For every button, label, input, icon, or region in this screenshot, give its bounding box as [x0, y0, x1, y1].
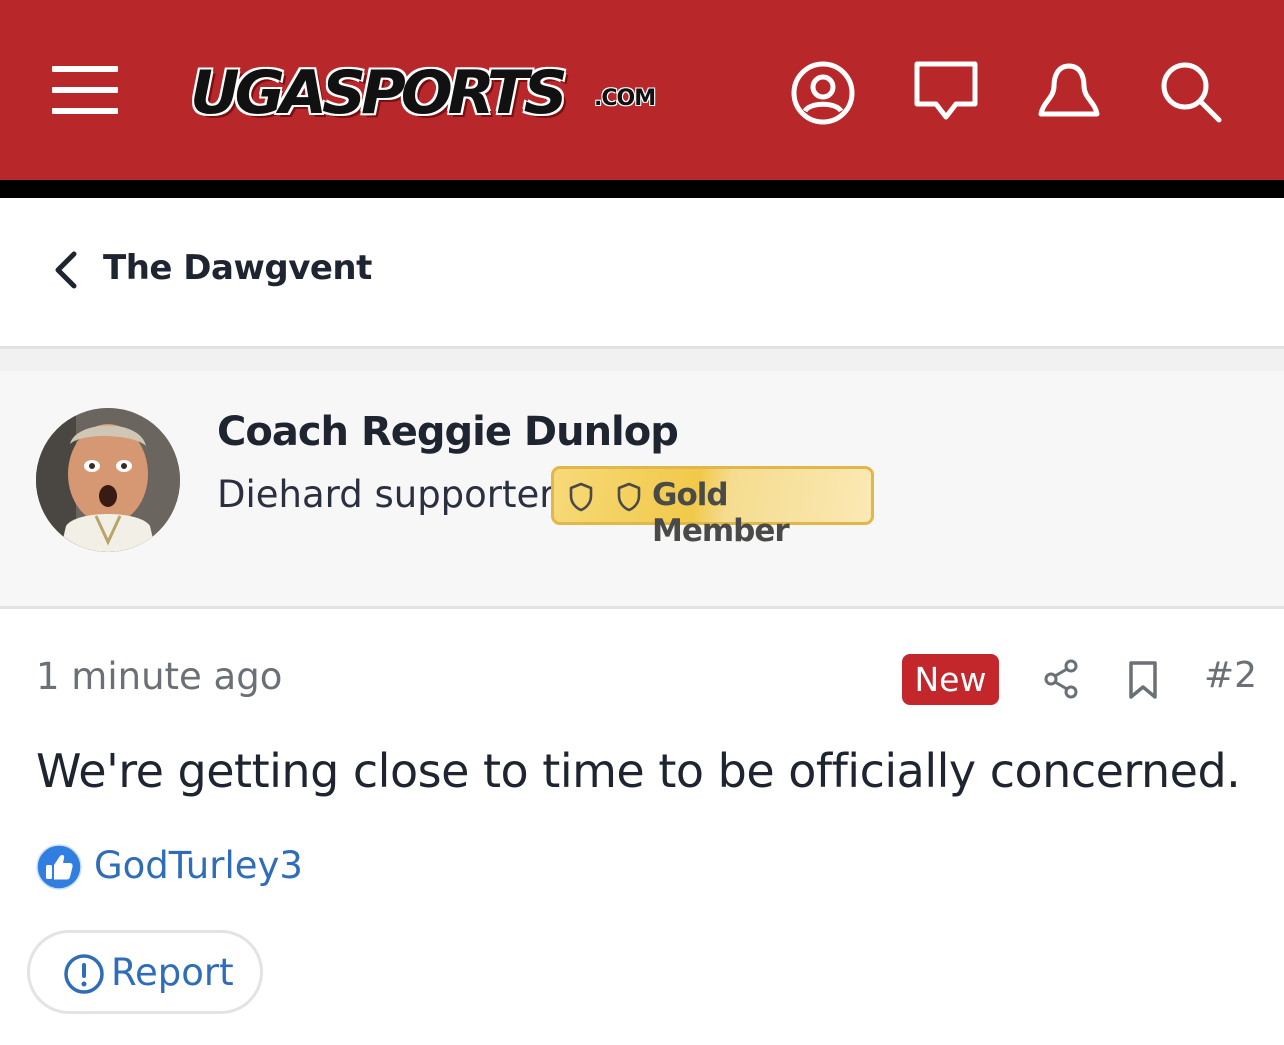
- chevron-left-icon[interactable]: [50, 248, 82, 292]
- report-label: Report: [111, 951, 234, 994]
- post-body-text: We're getting close to time to be offici…: [36, 744, 1241, 798]
- section-gap: [0, 349, 1284, 371]
- top-navigation-bar: UGASPORTS .COM: [0, 0, 1284, 180]
- notifications-icon[interactable]: [1034, 58, 1104, 128]
- reaction-user-link[interactable]: GodTurley3: [94, 844, 303, 887]
- site-logo[interactable]: UGASPORTS .COM: [190, 58, 690, 128]
- bookmark-icon[interactable]: [1126, 660, 1160, 700]
- avatar[interactable]: [36, 408, 180, 552]
- new-badge: New: [902, 654, 999, 705]
- exclamation-circle-icon: [64, 954, 104, 994]
- shield-icon: [569, 482, 593, 512]
- search-icon[interactable]: [1157, 58, 1227, 128]
- logo-main-text: UGASPORTS: [190, 58, 568, 128]
- header-divider: [0, 180, 1284, 198]
- forum-title-link[interactable]: The Dawgvent: [103, 248, 372, 288]
- logo-suffix-text: .COM: [594, 86, 656, 111]
- account-icon[interactable]: [788, 58, 858, 128]
- author-role: Diehard supporter: [217, 473, 555, 516]
- author-name[interactable]: Coach Reggie Dunlop: [217, 409, 679, 455]
- post-author-block: Coach Reggie Dunlop Diehard supporter Go…: [0, 371, 1284, 609]
- report-button[interactable]: Report: [27, 930, 263, 1014]
- post-timestamp: 1 minute ago: [36, 655, 283, 698]
- gold-member-badge: Gold Member: [551, 466, 874, 549]
- menu-icon[interactable]: [52, 66, 118, 114]
- badge-label: Gold Member: [652, 477, 790, 549]
- post-number-link[interactable]: #2: [1204, 655, 1257, 696]
- shield-icon: [617, 482, 641, 512]
- breadcrumb: The Dawgvent: [0, 198, 1284, 346]
- chat-icon[interactable]: [911, 58, 981, 128]
- thumbs-up-icon: [36, 844, 82, 890]
- share-icon[interactable]: [1042, 658, 1080, 700]
